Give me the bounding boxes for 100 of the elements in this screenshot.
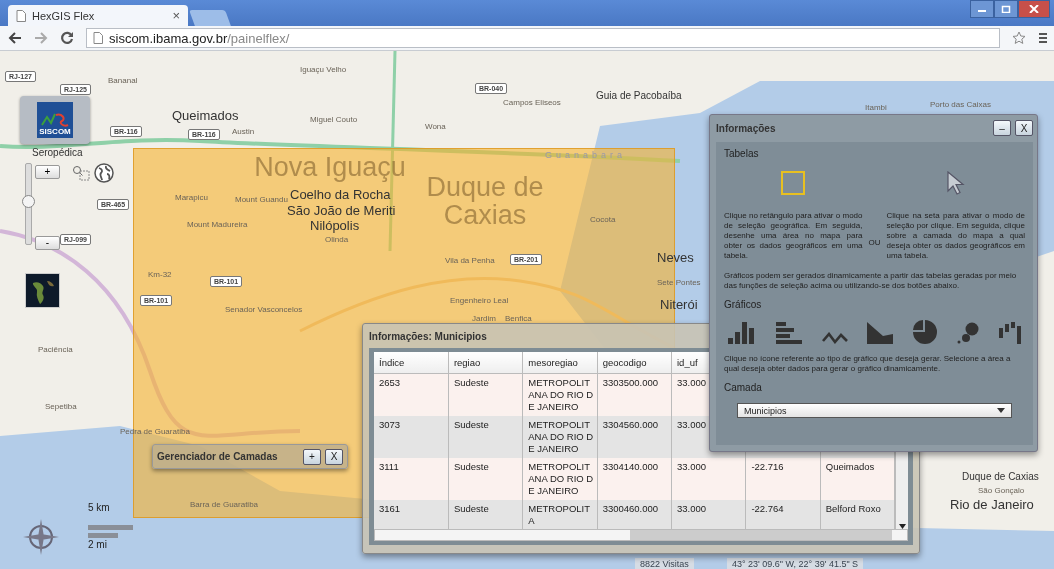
table-cell: -22.764 (751, 503, 784, 514)
table-cell: 33.000 (677, 503, 707, 514)
table-cell: METROPOLITANA DO RIO DE JANEIRO (528, 461, 594, 496)
map-label: Km-32 (148, 271, 172, 280)
map-label: São João de Meriti (287, 204, 396, 218)
bar-chart-icon[interactable] (728, 320, 756, 344)
map-label: Mount Guandu (235, 196, 288, 205)
table-cell: METROPOLITA (528, 503, 590, 526)
column-header[interactable]: Índice (379, 357, 405, 368)
table-cell: METROPOLITANA DO RIO DE JANEIRO (528, 419, 594, 454)
table-cell: 3300460.000 (602, 503, 659, 514)
browser-tab[interactable]: HexGIS Flex × (8, 5, 188, 26)
table-cell: 2653 (379, 377, 401, 388)
minimize-icon[interactable] (970, 0, 994, 18)
horizontal-bar-chart-icon[interactable] (775, 322, 802, 344)
horizontal-scrollbar[interactable] (374, 529, 908, 541)
caret-icon (997, 408, 1005, 413)
cursor-arrow-icon[interactable] (946, 171, 965, 195)
map-label: Senador Vasconcelos (225, 306, 303, 315)
scale-label: 5 km (88, 502, 110, 513)
map-label: Vila da Penha (445, 257, 495, 266)
map-label: Itambi (865, 104, 887, 113)
column-header[interactable]: regiao (453, 357, 481, 368)
page-icon (93, 32, 103, 44)
map-label: Duque de Caxias (962, 472, 1039, 483)
table-cell: Sudeste (453, 419, 489, 430)
table-cell: Sudeste (453, 377, 489, 388)
zoom-box-icon[interactable] (72, 165, 90, 181)
close-icon[interactable] (1018, 0, 1050, 18)
table-cell: 3073 (379, 419, 401, 430)
map-label: Mount Madureira (187, 221, 248, 230)
map-label: Sepetiba (45, 403, 77, 412)
map-label: Nova Iguaçu (253, 153, 407, 182)
forward-icon[interactable] (34, 32, 48, 44)
visit-counter: 8822 Visitas (635, 558, 694, 569)
table-cell: 3304560.000 (602, 419, 659, 430)
scale-bar (88, 525, 133, 530)
floating-bar-chart-icon[interactable] (998, 322, 1021, 344)
tab-close-button[interactable]: × (172, 8, 180, 23)
new-tab-button[interactable] (189, 10, 231, 26)
address-bar[interactable]: siscom.ibama.gov.br/painelflex/ (86, 28, 1000, 48)
field-label: Camada (724, 382, 763, 393)
map-label: Guanabara (545, 151, 627, 161)
line-chart-icon[interactable] (821, 332, 848, 344)
logo-panel[interactable]: SISCOM (20, 96, 90, 144)
map-label: Nilópolis (310, 219, 360, 233)
menu-icon[interactable] (1038, 32, 1048, 44)
map-label: Benfica (505, 315, 532, 324)
url-text: siscom.ibama.gov.br/painelflex/ (109, 30, 290, 46)
map-label: Duque de Caxias (425, 173, 545, 230)
table-cell: 3111 (379, 461, 399, 472)
map-label: Seropédica (32, 148, 83, 159)
zoom-in-button[interactable]: + (35, 165, 60, 179)
globe-icon[interactable] (94, 163, 114, 183)
map-label: Jardim (472, 315, 496, 324)
panel-button[interactable]: X (325, 448, 343, 465)
map-label: Barra de Guaratiba (190, 501, 259, 510)
maximize-icon[interactable] (994, 0, 1018, 18)
instruction-text: Gráficos podem ser gerados dinamicamente a partir das tabelas geradas por meio das funções de seleção acima ou utilizando-se dos botões abaixo. (724, 271, 1018, 291)
column-header[interactable]: id_uf (677, 357, 698, 368)
panel-button[interactable]: X (1015, 120, 1033, 136)
table-cell: METROPOLITANA DO RIO DE JANEIRO (528, 377, 594, 412)
zoom-slider[interactable] (25, 163, 32, 245)
panel-button[interactable]: – (993, 120, 1011, 136)
map-label: Wona (425, 123, 446, 132)
panel-title: Informações: Municipios (369, 331, 487, 342)
map-label: Guia de Pacobaíba (596, 91, 682, 102)
map-label: São Gonçalo (978, 487, 1025, 496)
table-cell: 33.000 (677, 419, 707, 430)
table-cell: Belford Roxo (825, 503, 881, 514)
map-label: Olinda (325, 236, 349, 245)
map-label: Iguaçu Velho (300, 66, 347, 75)
map-label: Cocota (590, 216, 616, 225)
map-label: Engenheiro Leal (450, 297, 509, 306)
table-cell: -22.716 (751, 461, 784, 472)
map-label: Porto das Caixas (930, 101, 991, 110)
map-label: Bananal (108, 77, 138, 86)
instruction-text: Clique no retângulo para ativar o modo de seleção geográfica. Em seguida, desenhe uma área no mapa para obter os dados geográficos em uma tabela. (724, 211, 863, 261)
instruction-text: Clique na seta para ativar o modo de seleção por clique. Em seguida, clique sobre a camada do mapa a qual deseja obter os dados geográficos em uma tabela. (886, 211, 1025, 261)
logo-icon: SISCOM (37, 102, 73, 138)
coordinates-readout: 43° 23' 09.6" W, 22° 39' 41.5" S (727, 558, 864, 569)
map-label: Paciência (38, 346, 73, 355)
pie-chart-icon[interactable] (913, 320, 938, 344)
back-icon[interactable] (8, 32, 22, 44)
panel-title: Informações (716, 122, 776, 134)
area-chart-icon[interactable] (867, 322, 894, 344)
tab-title: HexGIS Flex (32, 9, 96, 22)
map-label: Campos Eliseos (503, 99, 561, 108)
map-label: Marapicu (175, 194, 208, 203)
star-icon[interactable] (1012, 31, 1026, 45)
table-cell: 3161 (379, 503, 401, 514)
or-label: OU (868, 238, 881, 249)
basemap-thumbnail[interactable] (25, 273, 60, 308)
panel-button[interactable]: + (303, 448, 321, 465)
bubble-chart-icon[interactable] (957, 322, 980, 344)
table-cell: 33.000 (677, 377, 707, 388)
layer-dropdown[interactable]: Municipios (737, 403, 1012, 418)
zoom-out-button[interactable]: - (35, 236, 60, 250)
reload-icon[interactable] (60, 31, 74, 45)
scale-label: 2 mi (88, 539, 107, 550)
